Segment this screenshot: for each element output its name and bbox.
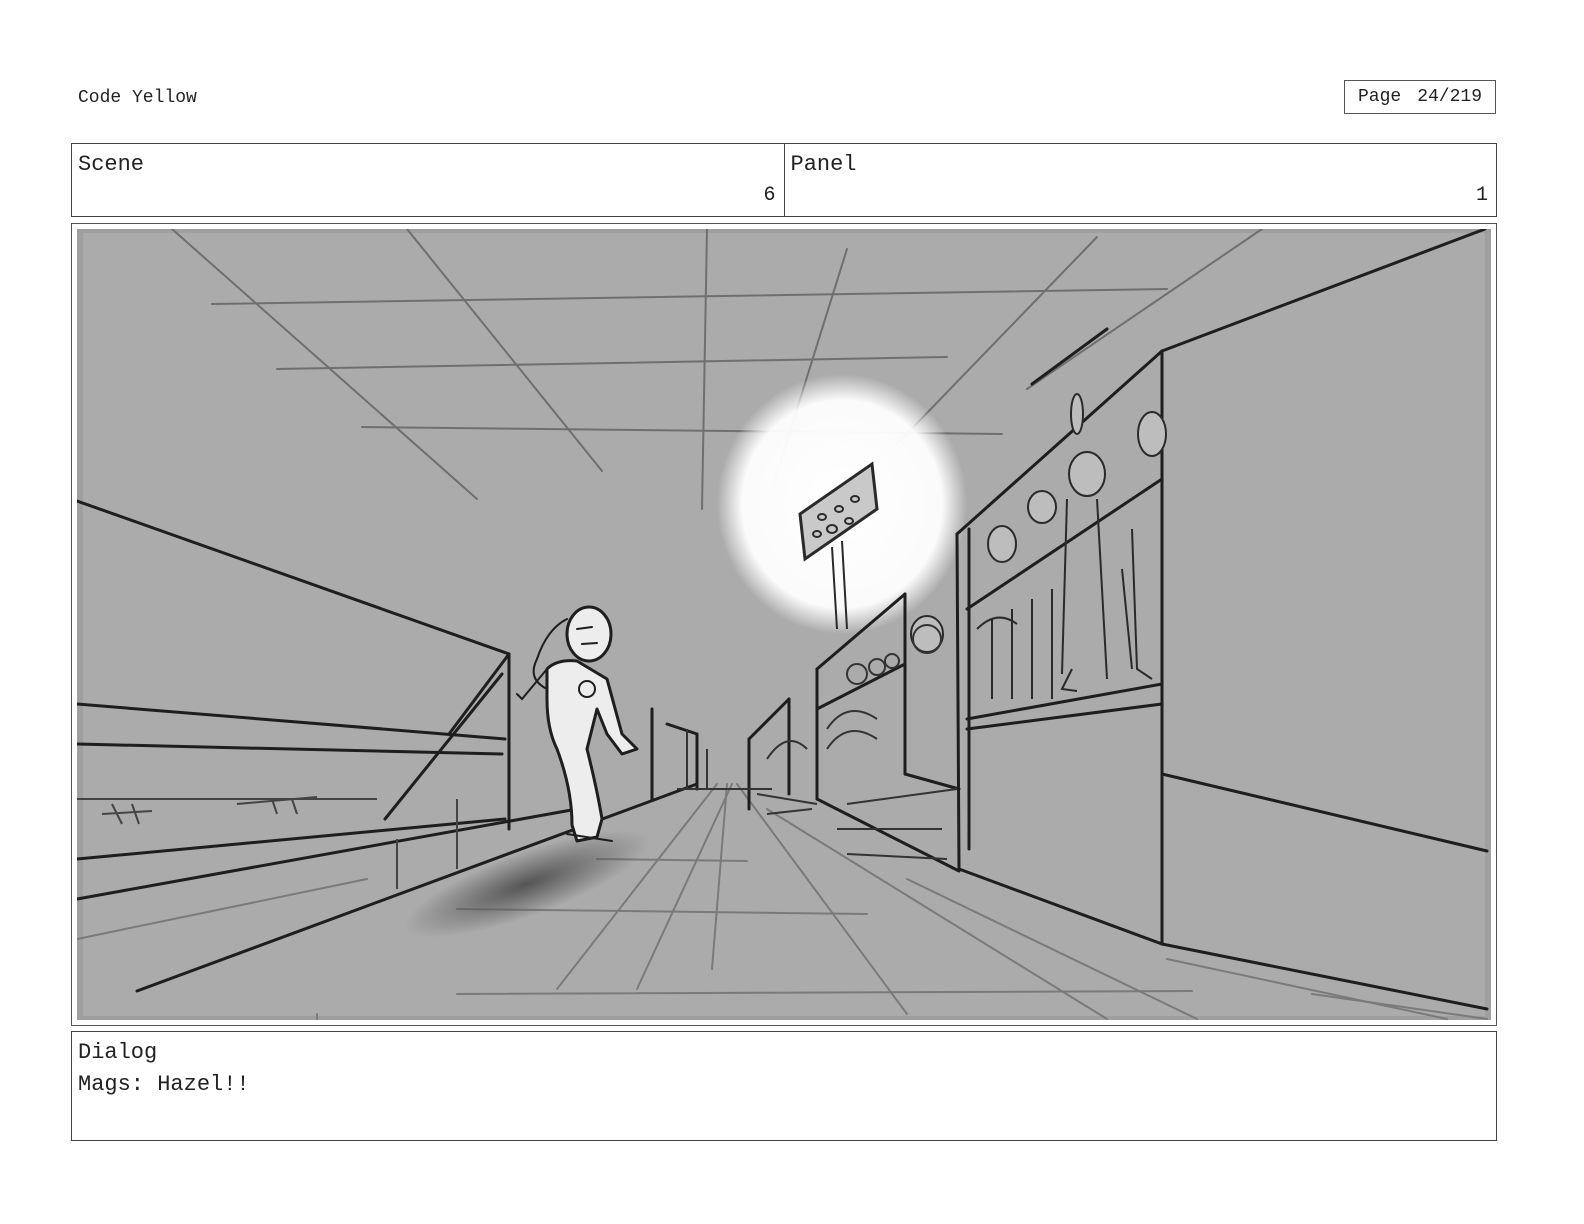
scene-number: 6 xyxy=(763,184,776,207)
page-label: Page xyxy=(1357,87,1402,107)
page-number: 24/219 xyxy=(1417,87,1483,107)
scene-panel-row: Scene 6 Panel 1 xyxy=(71,143,1497,217)
scene-cell: Scene 6 xyxy=(72,144,784,216)
project-title: Code Yellow xyxy=(78,88,197,108)
storyboard-sketch xyxy=(77,229,1491,1020)
panel-number: 1 xyxy=(1475,184,1488,207)
dialog-box: Dialog Mags: Hazel!! xyxy=(71,1031,1497,1141)
dialog-label: Dialog xyxy=(78,1040,158,1065)
page-indicator: Page 24/219 xyxy=(1344,80,1496,114)
panel-label: Panel xyxy=(790,152,857,177)
storyboard-panel xyxy=(71,223,1497,1026)
panel-cell: Panel 1 xyxy=(783,144,1497,216)
dialog-text: Mags: Hazel!! xyxy=(78,1072,250,1097)
scene-label: Scene xyxy=(78,152,145,177)
